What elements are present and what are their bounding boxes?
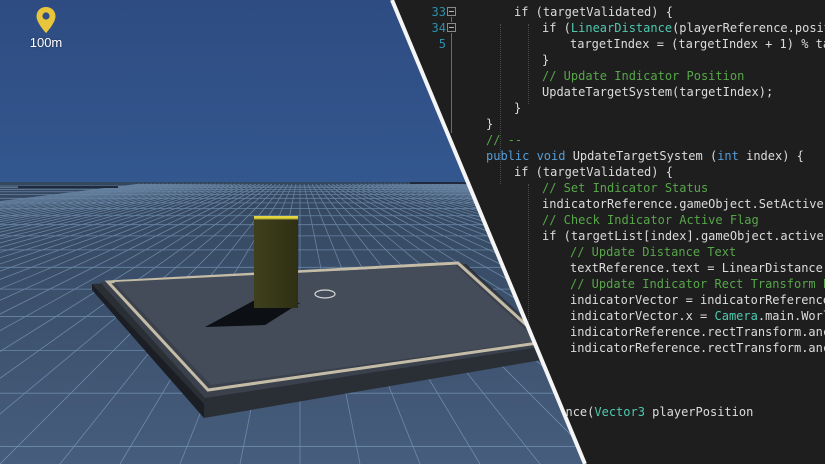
code-token: playerPosition [644,405,754,419]
code-line: // -- [486,132,522,148]
code-token: // Update Distance Text [570,245,737,259]
code-token: LinearDistance [570,21,673,35]
code-token: if ( [542,21,571,35]
distance-text: 100m [29,35,63,50]
code-line: // Update Indicator Position [542,68,744,84]
code-token: } [542,53,550,67]
code-token: UpdateTargetSystem(targetIndex); [542,85,774,99]
fold-guide [451,17,452,22]
code-line: UpdateTargetSystem(targetIndex); [542,84,773,100]
code-token: .main.Worl [757,309,825,323]
code-token: // -- [486,133,523,147]
code-token: Vector3 [594,405,645,419]
code-token: public void [486,149,573,163]
code-token: } [486,117,494,131]
code-token: indicatorReference.rectTransform.anch [570,341,825,355]
indent-guide [528,24,529,104]
code-token: indicatorVector.x = [570,309,715,323]
code-token: if (targetList[index].gameObject.activeI… [542,229,825,243]
code-token: indicatorReference.gameObject.SetActive(… [542,197,825,211]
code-token: (playerReference.positi [672,21,825,35]
game-view-split: 33 34 5 if (targetValidated) {if (Linear… [0,0,825,464]
code-token: textReference.text = LinearDistance(p [570,261,825,275]
code-line: } [486,116,493,132]
code-line: indicatorReference.gameObject.SetActive(… [542,196,825,212]
code-token: UpdateTargetSystem ( [572,149,718,163]
line-number: 34 [431,21,446,35]
code-token: indicatorReference.rectTransform.anch [570,325,825,339]
horizon-object [18,186,118,188]
code-token: index) { [746,149,804,163]
code-line: // Update Indicator Rect Transform Po [570,276,825,292]
collapse-icon[interactable] [447,23,456,32]
distance-indicator: 100m [24,6,68,50]
code-token: // Check Indicator Active Flag [542,213,759,227]
code-line: indicatorVector = indicatorReference [570,292,825,308]
code-line: // Set Indicator Status [542,180,708,196]
code-line: if (targetList[index].gameObject.activeI… [542,228,825,244]
code-token: if (targetValidated) { [514,165,673,179]
indent-guide [500,24,501,184]
code-token: // Set Indicator Status [542,181,709,195]
code-token: } [514,101,522,115]
code-line: } [542,52,549,68]
code-token: int [717,149,747,163]
line-number: 33 [431,5,446,19]
code-line: indicatorReference.rectTransform.anch [570,340,825,356]
code-line: } [514,100,521,116]
collapse-icon[interactable] [447,7,456,16]
code-line: if (targetValidated) { [514,164,673,180]
code-line: indicatorReference.rectTransform.anch [570,324,825,340]
code-line: if (targetValidated) { [514,4,673,20]
code-line: textReference.text = LinearDistance(p [570,260,825,276]
code-token: if (targetValidated) { [514,5,673,19]
code-token: // Update Indicator Position [542,69,745,83]
code-line: public void UpdateTargetSystem (int inde… [486,148,804,164]
code-token: indicatorVector = indicatorReference [570,293,825,307]
code-token: // Update Indicator Rect Transform Po [570,277,825,291]
code-line: if (LinearDistance(playerReference.posit… [542,20,825,36]
code-line: targetIndex = (targetIndex + 1) % ta [570,36,825,52]
indent-guide [528,184,529,344]
target-pillar [254,216,298,308]
code-token: Camera [714,309,758,323]
fold-guide [451,33,452,133]
location-pin-icon [36,7,56,33]
code-token: targetIndex = (targetIndex + 1) % ta [570,37,825,51]
code-line: // Check Indicator Active Flag [542,212,759,228]
code-line: indicatorVector.x = Camera.main.Worl [570,308,825,324]
code-line: // Update Distance Text [570,244,736,260]
